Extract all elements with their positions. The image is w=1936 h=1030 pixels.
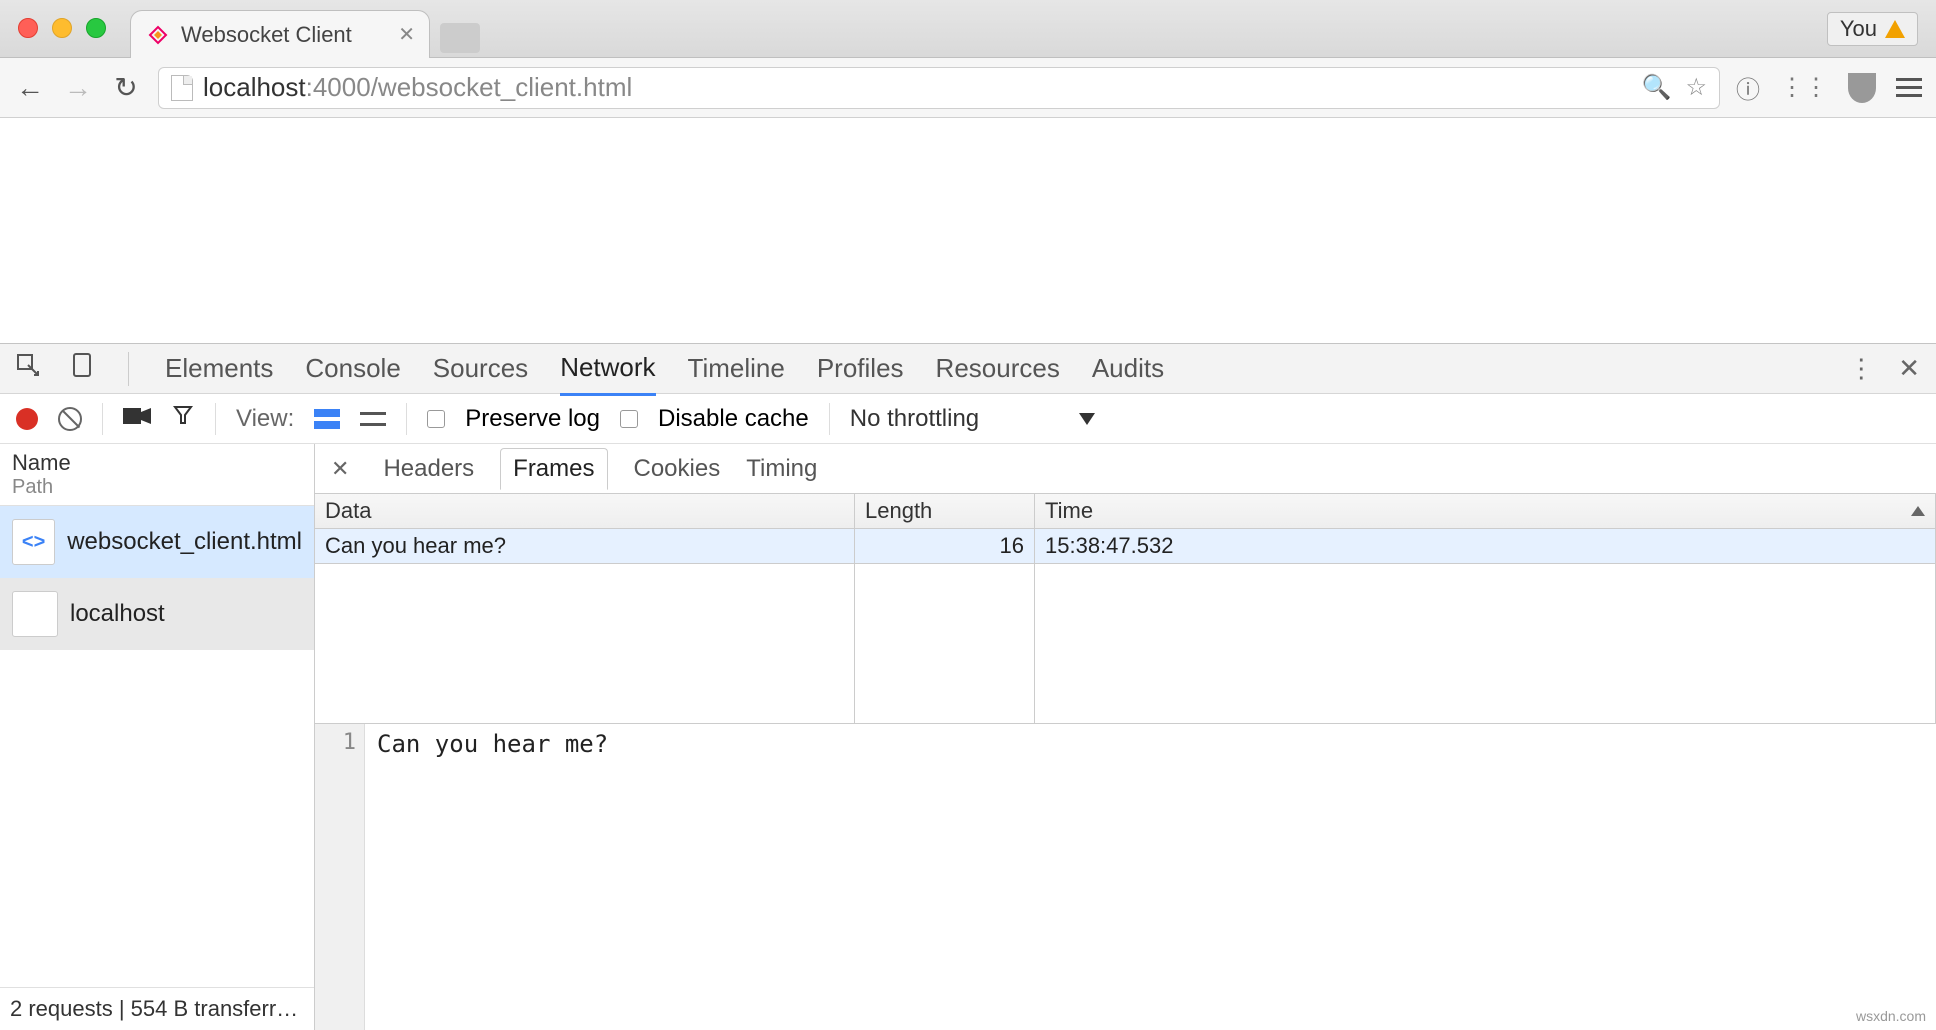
- chevron-down-icon: [1079, 413, 1095, 425]
- tab-timeline[interactable]: Timeline: [688, 353, 785, 384]
- col-data[interactable]: Data: [315, 494, 855, 529]
- minimize-window-icon[interactable]: [52, 18, 72, 38]
- forward-button[interactable]: →: [62, 72, 94, 104]
- request-list: Name Path websocket_client.html localhos…: [0, 444, 315, 1030]
- disable-cache-checkbox[interactable]: [620, 410, 638, 428]
- warning-icon: [1885, 20, 1905, 38]
- address-bar[interactable]: localhost:4000/websocket_client.html 🔍 ☆: [158, 67, 1720, 109]
- shield-icon[interactable]: [1848, 73, 1876, 103]
- bookmark-icon[interactable]: ☆: [1685, 73, 1707, 102]
- record-button[interactable]: [16, 408, 38, 430]
- zoom-icon[interactable]: 🔍: [1642, 73, 1672, 102]
- new-tab-button[interactable]: [440, 23, 480, 53]
- info-icon[interactable]: ⓘ: [1736, 70, 1760, 105]
- line-number: 1: [315, 724, 365, 1030]
- back-button[interactable]: ←: [14, 72, 46, 104]
- device-icon[interactable]: [72, 352, 92, 385]
- profile-label: You: [1840, 16, 1877, 42]
- profile-button[interactable]: You: [1827, 12, 1918, 46]
- reload-button[interactable]: ↻: [110, 71, 142, 104]
- request-row[interactable]: websocket_client.html: [0, 506, 314, 578]
- frame-content-text: Can you hear me?: [365, 724, 620, 1030]
- tab-favicon-icon: [145, 22, 171, 48]
- tab-resources[interactable]: Resources: [936, 353, 1060, 384]
- request-summary: 2 requests | 554 B transferr…: [0, 987, 314, 1030]
- watermark: wsxdn.com: [1856, 1008, 1926, 1024]
- page-content: [0, 118, 1936, 343]
- browser-toolbar: ← → ↻ localhost:4000/websocket_client.ht…: [0, 58, 1936, 118]
- frame-time-cell: 15:38:47.532: [1035, 529, 1936, 563]
- filter-icon[interactable]: [171, 403, 195, 434]
- maximize-window-icon[interactable]: [86, 18, 106, 38]
- tab-sources[interactable]: Sources: [433, 353, 528, 384]
- request-list-header[interactable]: Name Path: [0, 444, 314, 506]
- frame-content-viewer: 1 Can you hear me?: [315, 724, 1936, 1030]
- disable-cache-label: Disable cache: [658, 405, 809, 433]
- close-detail-icon[interactable]: ✕: [331, 456, 349, 482]
- tab-profiles[interactable]: Profiles: [817, 353, 904, 384]
- clear-button[interactable]: [58, 407, 82, 431]
- inspect-icon[interactable]: [16, 353, 40, 384]
- col-length[interactable]: Length: [855, 494, 1035, 529]
- devtools-menu-icon[interactable]: ⋮: [1848, 353, 1874, 384]
- extension-icons: ⓘ ⋮⋮: [1736, 70, 1922, 105]
- tab-close-icon[interactable]: ✕: [398, 22, 415, 47]
- request-detail: ✕ Headers Frames Cookies Timing Data Len…: [315, 444, 1936, 1030]
- network-toolbar: View: Preserve log Disable cache No thro…: [0, 394, 1936, 444]
- small-rows-icon[interactable]: [360, 412, 386, 426]
- page-icon: [171, 75, 193, 101]
- file-html-icon: [12, 519, 55, 565]
- browser-tab-strip: Websocket Client ✕ You: [0, 0, 1936, 58]
- window-controls: [18, 18, 106, 38]
- detail-tab-bar: ✕ Headers Frames Cookies Timing: [315, 444, 1936, 494]
- detail-tab-headers[interactable]: Headers: [383, 455, 474, 483]
- preserve-log-label: Preserve log: [465, 405, 600, 433]
- tab-console[interactable]: Console: [305, 353, 400, 384]
- view-label: View:: [236, 405, 294, 433]
- extension-icon[interactable]: ⋮⋮: [1780, 73, 1828, 102]
- devtools-panel: Elements Console Sources Network Timelin…: [0, 343, 1936, 1030]
- throttling-select[interactable]: No throttling: [850, 405, 1095, 433]
- file-icon: [12, 591, 58, 637]
- tab-network[interactable]: Network: [560, 352, 655, 396]
- frame-length-cell: 16: [855, 529, 1035, 563]
- browser-tab[interactable]: Websocket Client ✕: [130, 10, 430, 58]
- large-rows-icon[interactable]: [314, 409, 340, 429]
- sort-asc-icon: [1911, 506, 1925, 516]
- tab-elements[interactable]: Elements: [165, 353, 273, 384]
- detail-tab-timing[interactable]: Timing: [746, 455, 817, 483]
- devtools-close-icon[interactable]: ✕: [1898, 353, 1920, 384]
- camera-icon[interactable]: [123, 405, 151, 433]
- url-text: localhost:4000/websocket_client.html: [203, 72, 632, 103]
- frame-data-cell[interactable]: Can you hear me?: [315, 529, 855, 563]
- request-row[interactable]: localhost: [0, 578, 314, 650]
- detail-tab-frames[interactable]: Frames: [500, 448, 607, 490]
- detail-tab-cookies[interactable]: Cookies: [634, 455, 721, 483]
- col-time[interactable]: Time: [1035, 494, 1936, 529]
- tab-audits[interactable]: Audits: [1092, 353, 1164, 384]
- tab-title: Websocket Client: [181, 22, 388, 48]
- menu-icon[interactable]: [1896, 78, 1922, 97]
- devtools-tab-bar: Elements Console Sources Network Timelin…: [0, 344, 1936, 394]
- close-window-icon[interactable]: [18, 18, 38, 38]
- frames-table: Data Length Time Can you hear me? 16 15:…: [315, 494, 1936, 564]
- preserve-log-checkbox[interactable]: [427, 410, 445, 428]
